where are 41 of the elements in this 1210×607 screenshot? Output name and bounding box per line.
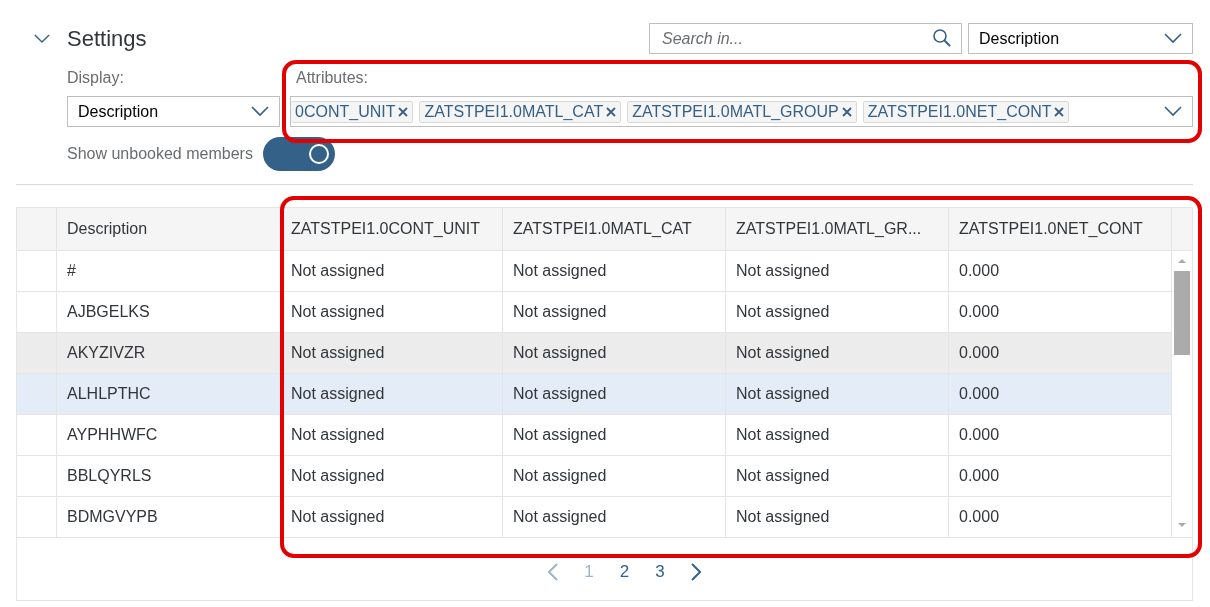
close-icon[interactable]	[841, 106, 852, 117]
unbooked-switch[interactable]	[262, 137, 335, 171]
table-row[interactable]: BBLQYRLS Not assigned Not assigned Not assigned 0.000	[17, 456, 1172, 497]
scrollbar-thumb[interactable]	[1174, 271, 1190, 355]
page-link[interactable]: 3	[647, 562, 673, 582]
attribute-token[interactable]: ZATSTPEI1.0MATL_CAT	[419, 100, 622, 123]
page-link[interactable]: 2	[611, 562, 638, 582]
attribute-token[interactable]: ZATSTPEI1.0NET_CONT	[862, 100, 1070, 123]
table-row[interactable]: AKYZIVZR Not assigned Not assigned Not assigned 0.000	[17, 333, 1172, 374]
close-icon[interactable]	[398, 106, 409, 117]
close-icon[interactable]	[1054, 106, 1065, 117]
table-cell: Not assigned	[503, 497, 726, 538]
attributes-label: Attributes:	[296, 68, 370, 88]
column-header[interactable]: ZATSTPEI1.0CONT_UNIT	[281, 208, 503, 251]
toggle-label: Show unbooked members	[67, 144, 253, 164]
search-icon[interactable]	[933, 29, 951, 47]
table-cell: 0.000	[949, 497, 1172, 538]
column-header[interactable]: ZATSTPEI1.0MATL_CAT	[503, 208, 726, 251]
search-field[interactable]: Search in...	[649, 23, 962, 54]
section-title: Settings	[67, 25, 147, 52]
close-icon[interactable]	[606, 106, 617, 117]
table-cell: Not assigned	[281, 497, 503, 538]
scope-dropdown[interactable]: Description	[968, 23, 1193, 54]
column-header[interactable]: Description	[57, 208, 281, 251]
caret-icon	[251, 106, 269, 117]
table-cell: BDMGVYPB	[57, 497, 281, 538]
display-label: Display:	[67, 68, 125, 88]
table-row[interactable]: AJBGELKS Not assigned Not assigned Not assigned 0.000	[17, 292, 1172, 333]
table-cell: Not assigned	[726, 497, 949, 538]
caret-icon	[1164, 106, 1182, 117]
table-row[interactable]: ALHLPTHC Not assigned Not assigned Not assigned 0.000	[17, 374, 1172, 415]
attributes-field[interactable]: 0CONT_UNIT ZATSTPEI1.0MATL_CAT ZATSTPEI1.0MATL_GROUP ZATSTPEI1.0NET_CONT	[290, 96, 1193, 127]
column-header[interactable]: ZATSTPEI1.0MATL_GR...	[726, 208, 949, 251]
attribute-token[interactable]: ZATSTPEI1.0MATL_GROUP	[627, 100, 857, 123]
column-header[interactable]: ZATSTPEI1.0NET_CONT	[949, 208, 1172, 251]
table-row[interactable]: BDMGVYPB Not assigned Not assigned Not assigned 0.000	[17, 497, 1172, 538]
display-dropdown[interactable]: Description	[67, 96, 280, 127]
table-row[interactable]: # Not assigned Not assigned Not assigned 0.000	[17, 251, 1172, 292]
attribute-token[interactable]: 0CONT_UNIT	[291, 100, 414, 123]
table-row[interactable]: AYPHHWFC Not assigned Not assigned Not assigned 0.000	[17, 415, 1172, 456]
caret-icon	[1164, 33, 1182, 44]
